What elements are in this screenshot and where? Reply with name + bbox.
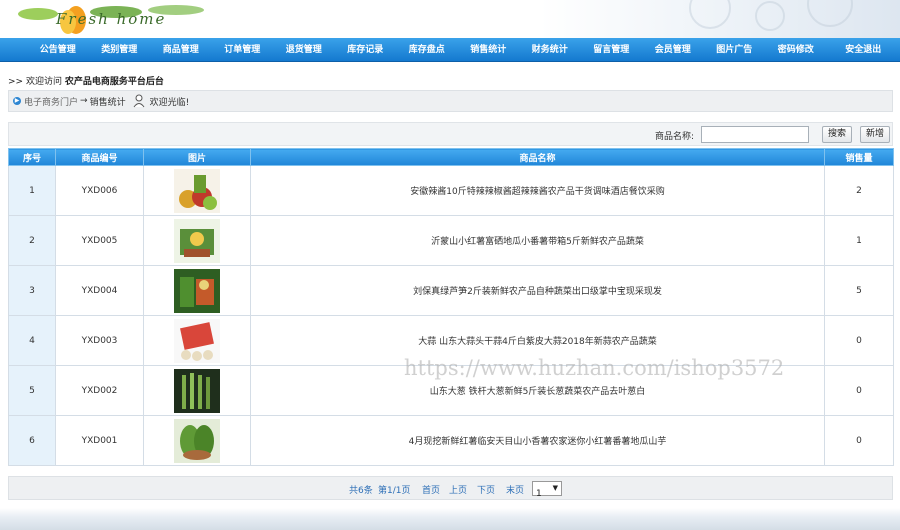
person-icon xyxy=(133,94,144,108)
product-thumbnail[interactable] xyxy=(174,168,220,213)
row-code: YXD003 xyxy=(55,315,144,366)
pager-total: 共6条 xyxy=(349,486,373,496)
footer-band xyxy=(0,508,900,530)
nav-image-ads[interactable]: 图片广告 xyxy=(704,38,766,62)
greeting: 欢迎光临! xyxy=(149,97,190,108)
logo: Fresh home xyxy=(16,2,212,36)
nav-return[interactable]: 退货管理 xyxy=(273,38,335,62)
table-header-row: 序号 商品编号 图片 商品名称 销售量 xyxy=(8,148,894,166)
breadcrumb-home[interactable]: 电子商务门户 xyxy=(24,95,78,108)
row-sales: 1 xyxy=(824,215,894,266)
bullet-icon: ▶ xyxy=(13,97,21,105)
col-header-sales: 销售量 xyxy=(824,148,894,166)
nav-stock-record[interactable]: 库存记录 xyxy=(335,38,397,62)
row-name: 山东大葱 铁杆大葱新鲜5斤装长葱蔬菜农产品去叶葱白 xyxy=(250,365,825,416)
add-button[interactable]: 新增 xyxy=(860,126,890,143)
sales-table: 序号 商品编号 图片 商品名称 销售量 1 YXD006 安徽辣酱10斤特辣辣椒… xyxy=(8,148,894,466)
row-index: 4 xyxy=(8,315,56,366)
table-row: 1 YXD006 安徽辣酱10斤特辣辣椒酱超辣辣酱农产品干货调味酒店餐饮采购 2 xyxy=(8,165,894,216)
row-sales: 2 xyxy=(824,165,894,216)
row-image-cell xyxy=(143,315,251,366)
search-input[interactable] xyxy=(701,126,809,143)
table-row: 2 YXD005 沂蒙山小红薯富硒地瓜小番薯带箱5斤新鲜农产品蔬菜 1 xyxy=(8,215,894,266)
product-thumbnail[interactable] xyxy=(174,418,220,463)
col-header-name: 商品名称 xyxy=(250,148,825,166)
pager-first[interactable]: 首页 xyxy=(422,483,440,496)
row-name: 刘保真绿芦笋2斤装新鲜农产品自种蔬菜出口级掌中宝现采现发 xyxy=(250,265,825,316)
table-row: 5 YXD002 山东大葱 铁杆大葱新鲜5斤装长葱蔬菜农产品去叶葱白 0 xyxy=(8,365,894,416)
row-name: 大蒜 山东大蒜头干蒜4斤白紫皮大蒜2018年新蒜农产品蔬菜 xyxy=(250,315,825,366)
row-image-cell xyxy=(143,265,251,316)
page-select-value: 1 xyxy=(536,489,542,499)
product-thumbnail[interactable] xyxy=(174,218,220,263)
header: Fresh home xyxy=(0,0,900,38)
pager-last[interactable]: 末页 xyxy=(506,483,524,496)
table-row: 4 YXD003 大蒜 山东大蒜头干蒜4斤白紫皮大蒜2018年新蒜农产品蔬菜 0 xyxy=(8,315,894,366)
breadcrumb: ▶ 电子商务门户 → 销售统计 欢迎光临! xyxy=(8,90,893,112)
breadcrumb-current: 销售统计 xyxy=(89,97,126,108)
logo-text: Fresh home xyxy=(56,10,167,28)
search-button[interactable]: 搜索 xyxy=(822,126,852,143)
main-nav: 公告管理 类别管理 商品管理 订单管理 退货管理 库存记录 库存盘点 销售统计 … xyxy=(0,38,900,62)
row-image-cell xyxy=(143,215,251,266)
row-sales: 0 xyxy=(824,315,894,366)
nav-password[interactable]: 密码修改 xyxy=(765,38,827,62)
row-name: 安徽辣酱10斤特辣辣椒酱超辣辣酱农产品干货调味酒店餐饮采购 xyxy=(250,165,825,216)
row-code: YXD001 xyxy=(55,415,144,466)
row-sales: 0 xyxy=(824,365,894,416)
nav-stock-check[interactable]: 库存盘点 xyxy=(396,38,458,62)
col-header-code: 商品编号 xyxy=(55,148,144,166)
table-row: 3 YXD004 刘保真绿芦笋2斤装新鲜农产品自种蔬菜出口级掌中宝现采现发 5 xyxy=(8,265,894,316)
nav-finance-stats[interactable]: 财务统计 xyxy=(519,38,581,62)
row-index: 2 xyxy=(8,215,56,266)
row-code: YXD006 xyxy=(55,165,144,216)
nav-sales-stats[interactable]: 销售统计 xyxy=(458,38,520,62)
product-thumbnail[interactable] xyxy=(174,318,220,363)
chevron-down-icon: ▼ xyxy=(552,484,558,492)
pager-next[interactable]: 下页 xyxy=(477,483,495,496)
nav-category[interactable]: 类别管理 xyxy=(89,38,151,62)
row-name: 沂蒙山小红薯富硒地瓜小番薯带箱5斤新鲜农产品蔬菜 xyxy=(250,215,825,266)
search-label: 商品名称: xyxy=(655,132,695,142)
welcome-prefix: >> 欢迎访问 xyxy=(8,77,62,87)
welcome-site: 农产品电商服务平台后台 xyxy=(64,77,164,87)
pagination: 共6条 第1/1页 首页 上页 下页 末页 1 ▼ xyxy=(8,476,893,500)
row-index: 5 xyxy=(8,365,56,416)
nav-order[interactable]: 订单管理 xyxy=(212,38,274,62)
nav-logout[interactable]: 安全退出 xyxy=(833,38,895,62)
row-sales: 0 xyxy=(824,415,894,466)
row-image-cell xyxy=(143,415,251,466)
row-index: 6 xyxy=(8,415,56,466)
page-select[interactable]: 1 ▼ xyxy=(532,481,562,499)
table-row: 6 YXD001 4月现挖新鲜红薯临安天目山小香薯农家迷你小红薯番薯地瓜山芋 0 xyxy=(8,415,894,466)
breadcrumb-arrow: → xyxy=(80,96,88,106)
col-header-image: 图片 xyxy=(143,148,251,166)
row-code: YXD005 xyxy=(55,215,144,266)
nav-product[interactable]: 商品管理 xyxy=(150,38,212,62)
product-thumbnail[interactable] xyxy=(174,268,220,313)
pager-prev[interactable]: 上页 xyxy=(449,483,467,496)
nav-announcement[interactable]: 公告管理 xyxy=(27,38,89,62)
row-index: 3 xyxy=(8,265,56,316)
row-code: YXD002 xyxy=(55,365,144,416)
row-name: 4月现挖新鲜红薯临安天目山小香薯农家迷你小红薯番薯地瓜山芋 xyxy=(250,415,825,466)
product-thumbnail[interactable] xyxy=(174,368,220,413)
pager-page: 第1/1页 xyxy=(378,486,411,496)
row-image-cell xyxy=(143,165,251,216)
nav-messages[interactable]: 留言管理 xyxy=(581,38,643,62)
row-index: 1 xyxy=(8,165,56,216)
search-bar: 商品名称: 搜索 新增 xyxy=(8,122,893,146)
header-decoration xyxy=(689,0,853,31)
nav-members[interactable]: 会员管理 xyxy=(642,38,704,62)
row-code: YXD004 xyxy=(55,265,144,316)
row-image-cell xyxy=(143,365,251,416)
welcome-line: >> 欢迎访问 农产品电商服务平台后台 xyxy=(8,74,164,87)
col-header-index: 序号 xyxy=(8,148,56,166)
row-sales: 5 xyxy=(824,265,894,316)
